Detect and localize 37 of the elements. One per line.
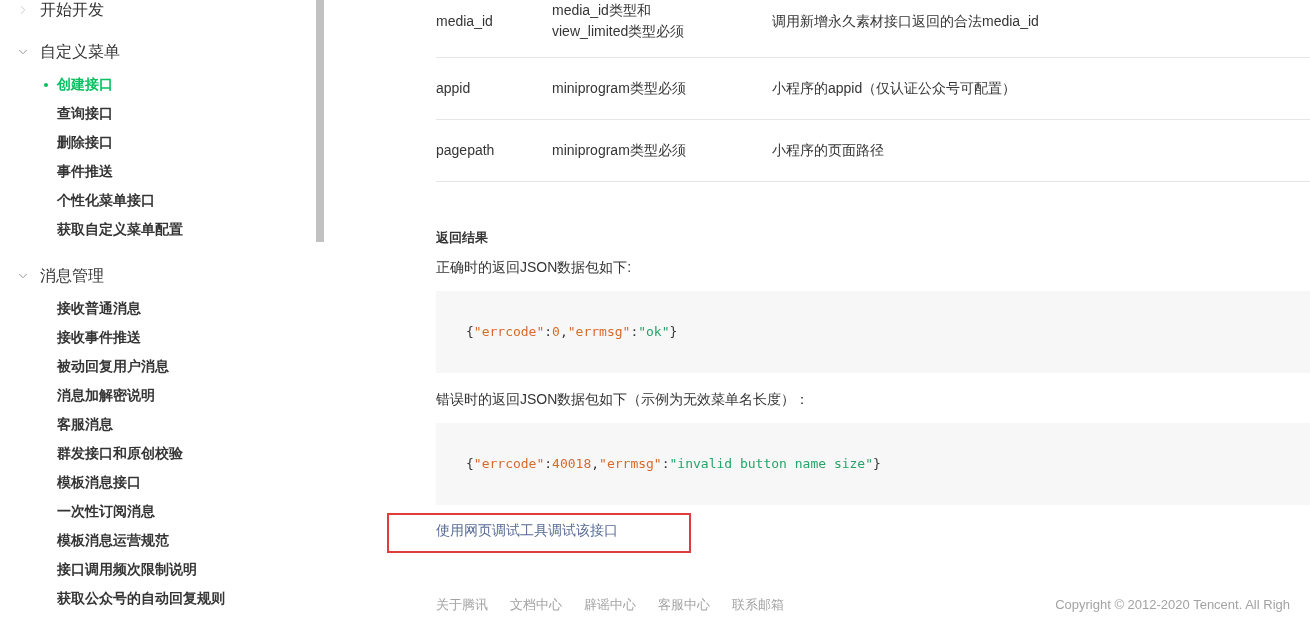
- sidebar-item[interactable]: 模板消息运营规范: [0, 526, 169, 555]
- scrollbar-thumb[interactable]: [316, 0, 324, 242]
- section-heading: 返回结果: [436, 229, 488, 247]
- sidebar-item[interactable]: 事件推送: [0, 157, 113, 186]
- table-cell-text: miniprogram类型必须: [552, 79, 687, 98]
- table-cell-text: pagepath: [436, 141, 496, 160]
- table-cell-text: 小程序的appid（仅认证公众号可配置）: [772, 79, 1018, 98]
- table-cell-text: appid: [436, 79, 472, 98]
- sidebar-item[interactable]: 删除接口: [0, 128, 113, 157]
- sidebar-section-header[interactable]: 消息管理: [0, 266, 104, 286]
- sidebar-item[interactable]: 个性化菜单接口: [0, 186, 155, 215]
- sidebar-item[interactable]: 接收普通消息: [0, 294, 141, 323]
- sidebar-item[interactable]: 群发接口和原创校验: [0, 439, 183, 468]
- code-line: {"errcode":40018,"errmsg":"invalid button name size"}: [466, 455, 881, 473]
- sidebar-item[interactable]: 消息加解密说明: [0, 381, 155, 410]
- debug-tool-link[interactable]: 使用网页调试工具调试该接口: [436, 520, 618, 540]
- sidebar-item[interactable]: 被动回复用户消息: [0, 352, 169, 381]
- code-line: {"errcode":0,"errmsg":"ok"}: [466, 323, 678, 341]
- sidebar-item[interactable]: 获取自定义菜单配置: [0, 215, 183, 244]
- paragraph-text: 正确时的返回JSON数据包如下:: [436, 258, 632, 277]
- table-cell-text: media_id: [436, 11, 494, 31]
- table-cell-text: 调用新增永久素材接口返回的合法media_id: [772, 11, 1040, 31]
- paragraph-text: 错误时的返回JSON数据包如下（示例为无效菜单名长度）：: [436, 390, 810, 409]
- sidebar-item[interactable]: 获取公众号的自动回复规则: [0, 584, 225, 613]
- sidebar-item[interactable]: 查询接口: [0, 99, 113, 128]
- sidebar-item[interactable]: 一次性订阅消息: [0, 497, 155, 526]
- sidebar-item[interactable]: 接口调用频次限制说明: [0, 555, 197, 584]
- sidebar-item[interactable]: 接收事件推送: [0, 323, 141, 352]
- bullet-dot-icon: [44, 82, 48, 87]
- sidebar-section-header[interactable]: 开始开发: [0, 0, 104, 20]
- sidebar-item[interactable]: 客服消息: [0, 410, 113, 439]
- table-cell-text: miniprogram类型必须: [552, 141, 687, 160]
- copyright-text: Copyright © 2012-2020 Tencent. All Righ: [1055, 596, 1290, 614]
- sidebar-item[interactable]: 模板消息接口: [0, 468, 141, 497]
- table-cell-text: media_id类型和view_limited类型必须: [552, 1, 686, 41]
- sidebar-section-header[interactable]: 自定义菜单: [0, 42, 120, 62]
- table-cell-text: 小程序的页面路径: [772, 141, 885, 160]
